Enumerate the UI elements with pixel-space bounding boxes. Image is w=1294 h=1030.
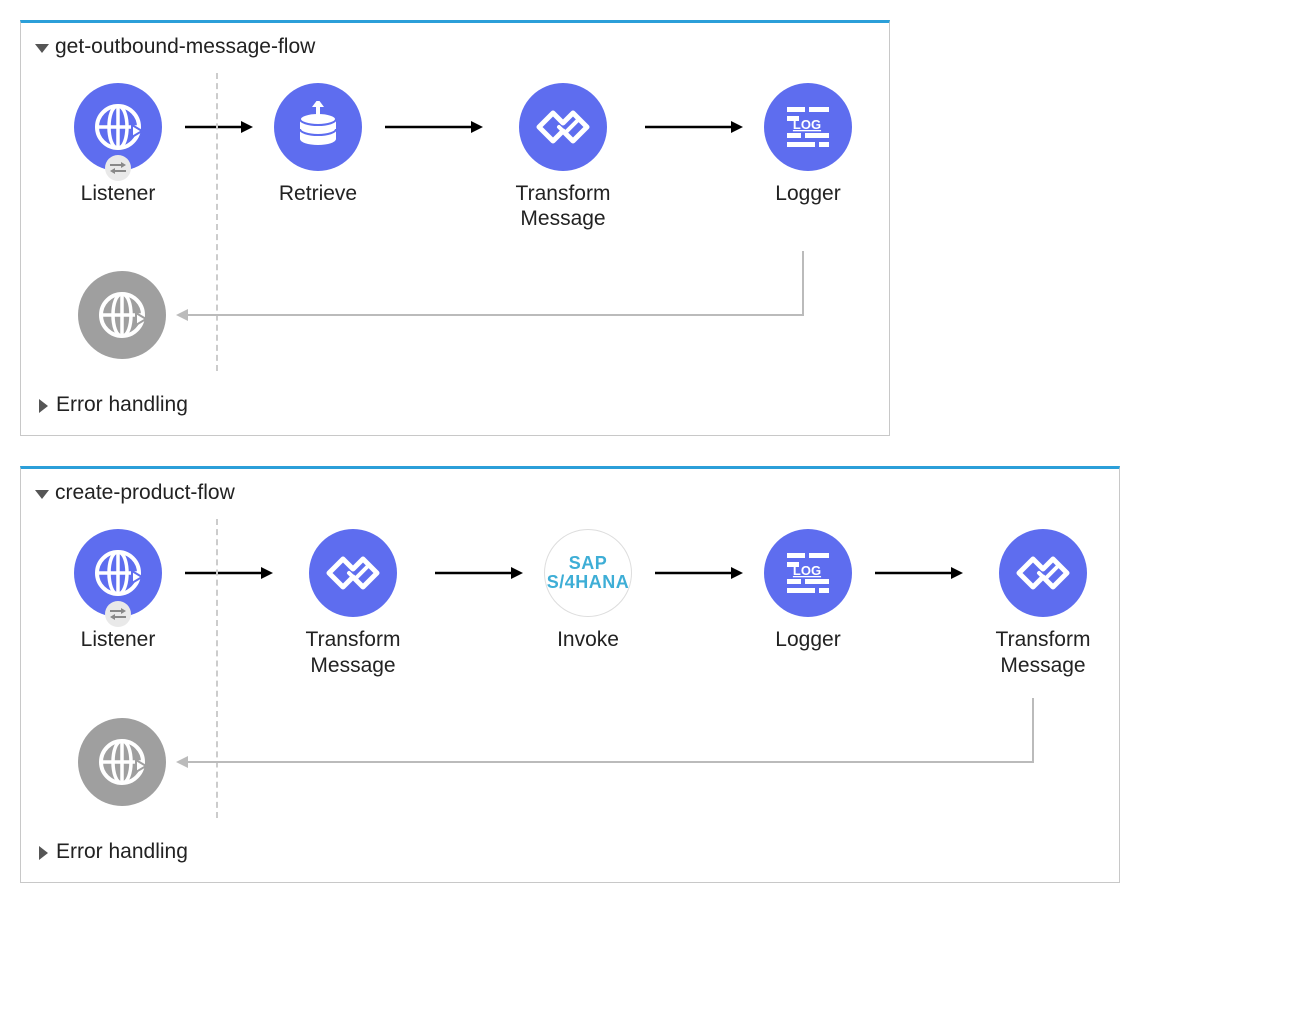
node-label: Logger: [775, 627, 840, 677]
listener-badge-icon: [105, 601, 131, 627]
node-label: Listener: [81, 181, 156, 231]
node-label: Invoke: [557, 627, 619, 677]
node-label: Listener: [81, 627, 156, 677]
collapse-toggle-icon[interactable]: [35, 490, 49, 499]
logger-icon: LOG: [764, 83, 852, 171]
return-path: [53, 251, 869, 381]
return-path: [53, 698, 1099, 828]
logger-node[interactable]: LOG Logger: [743, 83, 873, 231]
listener-badge-icon: [105, 155, 131, 181]
sap-invoke-node[interactable]: SAP S/4HANA Invoke: [523, 529, 653, 677]
error-handling-header[interactable]: Error handling: [21, 828, 1119, 872]
error-handling-label: Error handling: [56, 840, 188, 864]
transform-node[interactable]: Transform Message: [963, 529, 1123, 677]
http-listener-icon: [74, 83, 162, 171]
logger-icon: LOG: [764, 529, 852, 617]
flow-body: Listener Retrieve: [21, 63, 889, 381]
flow-arrow: [873, 529, 963, 617]
node-label: Retrieve: [279, 181, 357, 231]
http-listener-icon: [74, 529, 162, 617]
retrieve-node[interactable]: Retrieve: [253, 83, 383, 231]
error-handling-label: Error handling: [56, 393, 188, 417]
error-handling-header[interactable]: Error handling: [21, 381, 889, 425]
svg-text:LOG: LOG: [793, 563, 821, 578]
flow-container: get-outbound-message-flow: [20, 20, 890, 436]
object-store-retrieve-icon: [274, 83, 362, 171]
collapse-toggle-icon[interactable]: [35, 44, 49, 53]
transform-message-icon: [999, 529, 1087, 617]
listener-node[interactable]: Listener: [53, 529, 183, 677]
logger-node[interactable]: LOG Logger: [743, 529, 873, 677]
flow-header[interactable]: create-product-flow: [21, 469, 1119, 509]
transform-node[interactable]: Transform Message: [483, 83, 643, 231]
return-area: [53, 698, 1099, 828]
flow-arrow: [183, 83, 253, 171]
http-response-icon[interactable]: [78, 718, 166, 806]
flow-row: Listener Retrieve: [53, 83, 869, 231]
flow-arrow: [653, 529, 743, 617]
node-label: Transform Message: [273, 627, 433, 677]
expand-toggle-icon[interactable]: [39, 399, 48, 413]
flow-body: Listener Transform Message: [21, 509, 1119, 827]
listener-node[interactable]: Listener: [53, 83, 183, 231]
flow-row: Listener Transform Message: [53, 529, 1099, 677]
node-label: Transform Message: [483, 181, 643, 231]
flow-title: create-product-flow: [55, 481, 235, 505]
transform-message-icon: [309, 529, 397, 617]
sap-s4hana-icon: SAP S/4HANA: [544, 529, 632, 617]
expand-toggle-icon[interactable]: [39, 846, 48, 860]
flow-title: get-outbound-message-flow: [55, 35, 315, 59]
node-label: Transform Message: [963, 627, 1123, 677]
return-area: [53, 251, 869, 381]
node-label: Logger: [775, 181, 840, 231]
flow-arrow: [183, 529, 273, 617]
sap-text-bottom: S/4HANA: [547, 573, 630, 592]
http-response-icon[interactable]: [78, 271, 166, 359]
flow-header[interactable]: get-outbound-message-flow: [21, 23, 889, 63]
transform-node[interactable]: Transform Message: [273, 529, 433, 677]
sap-text-top: SAP: [547, 554, 630, 573]
svg-text:LOG: LOG: [793, 117, 821, 132]
flow-arrow: [383, 83, 483, 171]
flow-arrow: [433, 529, 523, 617]
flow-container: create-product-flow: [20, 466, 1120, 882]
transform-message-icon: [519, 83, 607, 171]
flow-arrow: [643, 83, 743, 171]
